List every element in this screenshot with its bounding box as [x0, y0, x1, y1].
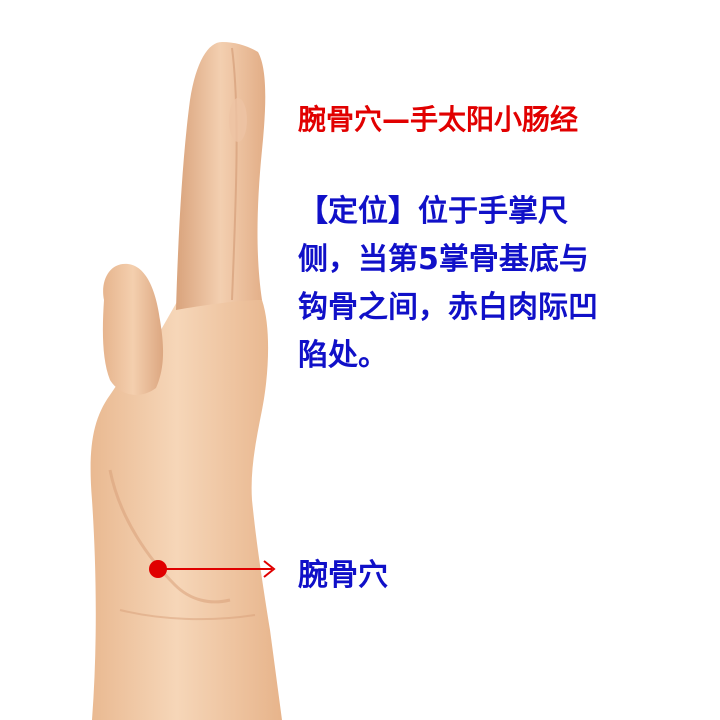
acupoint-marker — [149, 560, 167, 578]
description-line: 钩骨之间，赤白肉际凹 — [298, 290, 598, 325]
description-line: 陷处。 — [298, 338, 388, 373]
page-title: 腕骨穴—手太阳小肠经 — [298, 103, 579, 136]
description-line: 侧，当第5掌骨基底与 — [298, 242, 589, 277]
acupoint-label: 腕骨穴 — [298, 558, 388, 593]
location-description: 【定位】位于手掌尺 侧，当第5掌骨基底与 钩骨之间，赤白肉际凹 陷处。 — [298, 188, 658, 380]
fingers — [176, 42, 266, 310]
description-line: 【定位】位于手掌尺 — [298, 194, 568, 229]
thumb — [102, 263, 164, 395]
acupoint-illustration: 腕骨穴—手太阳小肠经 【定位】位于手掌尺 侧，当第5掌骨基底与 钩骨之间，赤白肉… — [0, 0, 720, 720]
fingernail — [229, 98, 247, 142]
